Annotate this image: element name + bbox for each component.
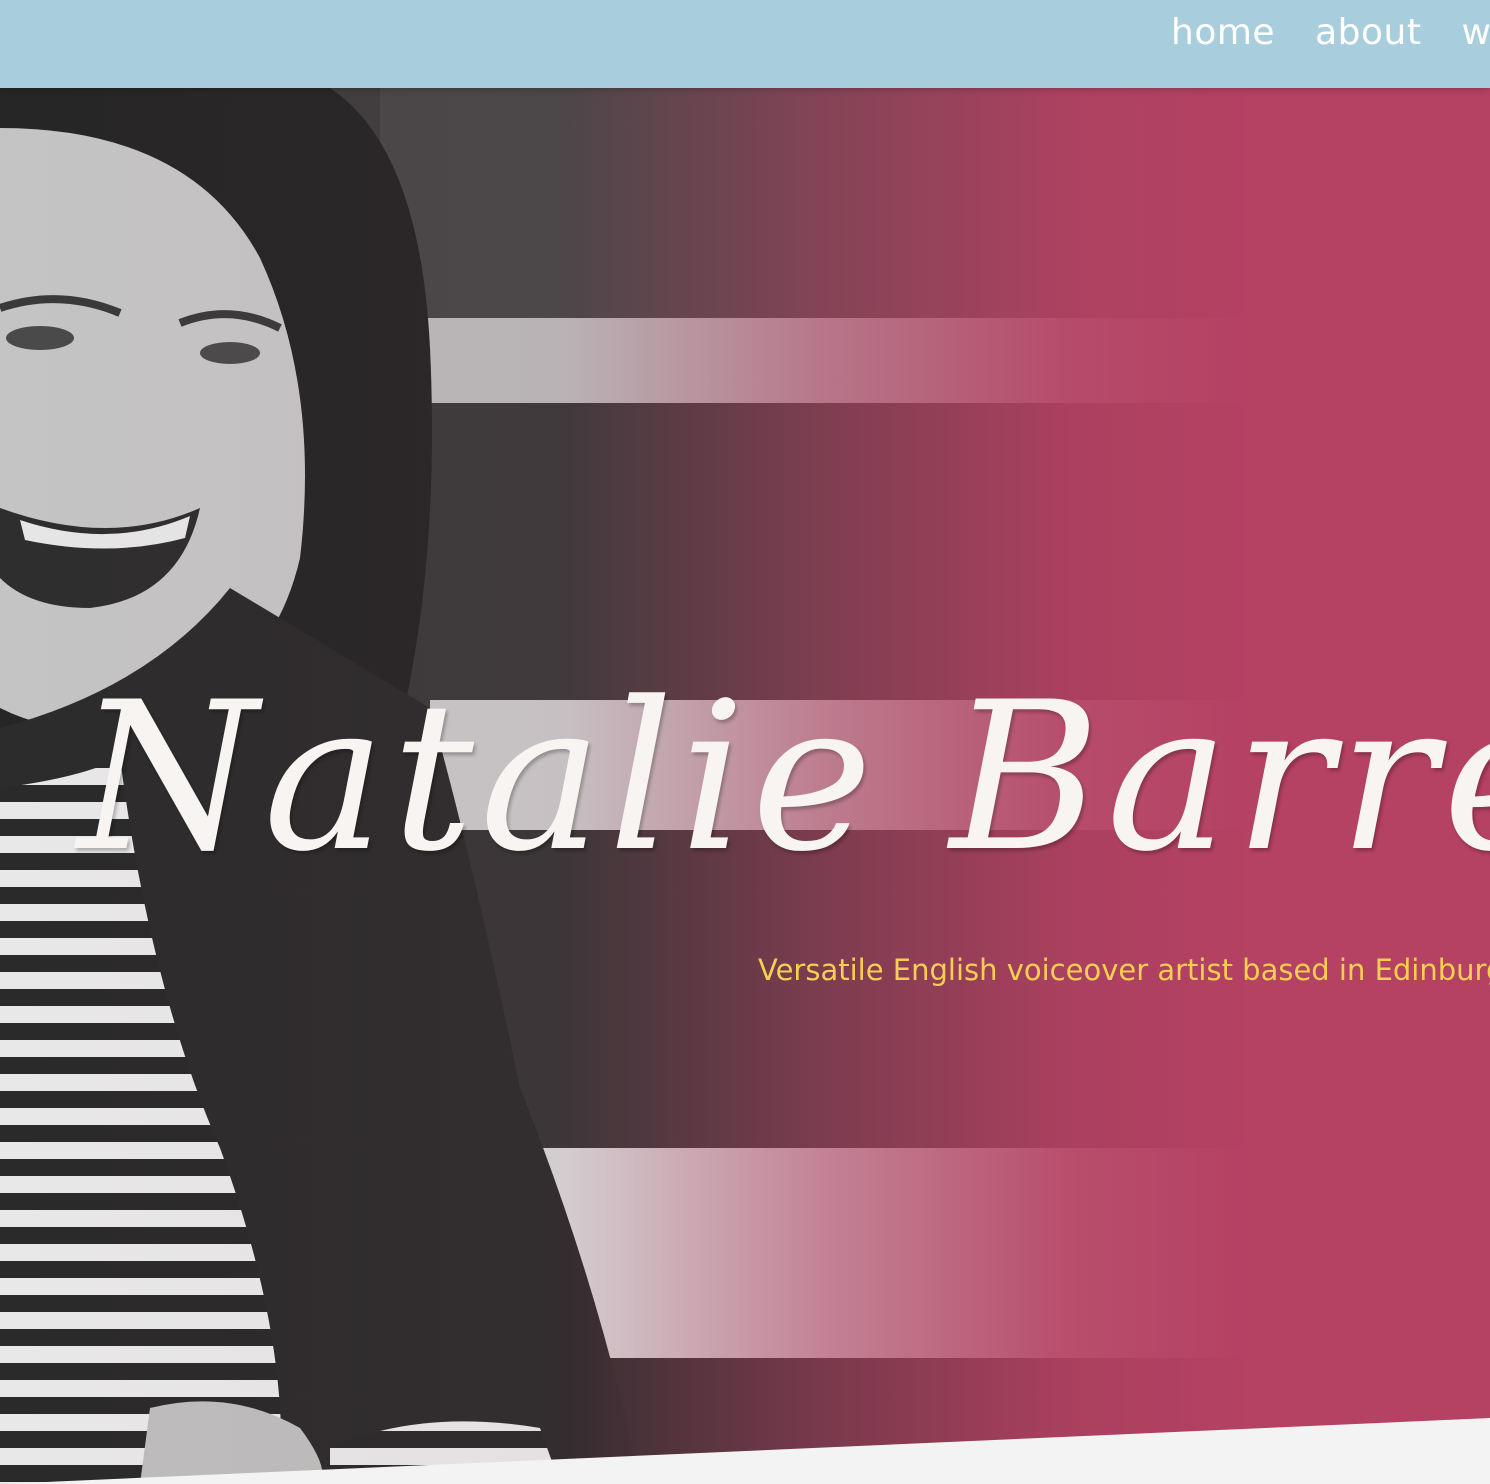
hero-section: Natalie Barrett Versatile English voiceo… xyxy=(0,88,1490,1484)
nav-link-home[interactable]: home xyxy=(1171,9,1275,57)
hero-subtitle: Versatile English voiceover artist based… xyxy=(758,953,1490,987)
section-divider xyxy=(0,1418,1490,1484)
nav-link-work[interactable]: work xyxy=(1461,9,1490,57)
nav-link-about[interactable]: about xyxy=(1315,9,1421,57)
page: home about work xyxy=(0,0,1490,1484)
top-navbar: home about work xyxy=(0,0,1490,88)
nav-menu: home about work xyxy=(1171,9,1490,57)
hero-title: Natalie Barrett xyxy=(78,659,1490,897)
